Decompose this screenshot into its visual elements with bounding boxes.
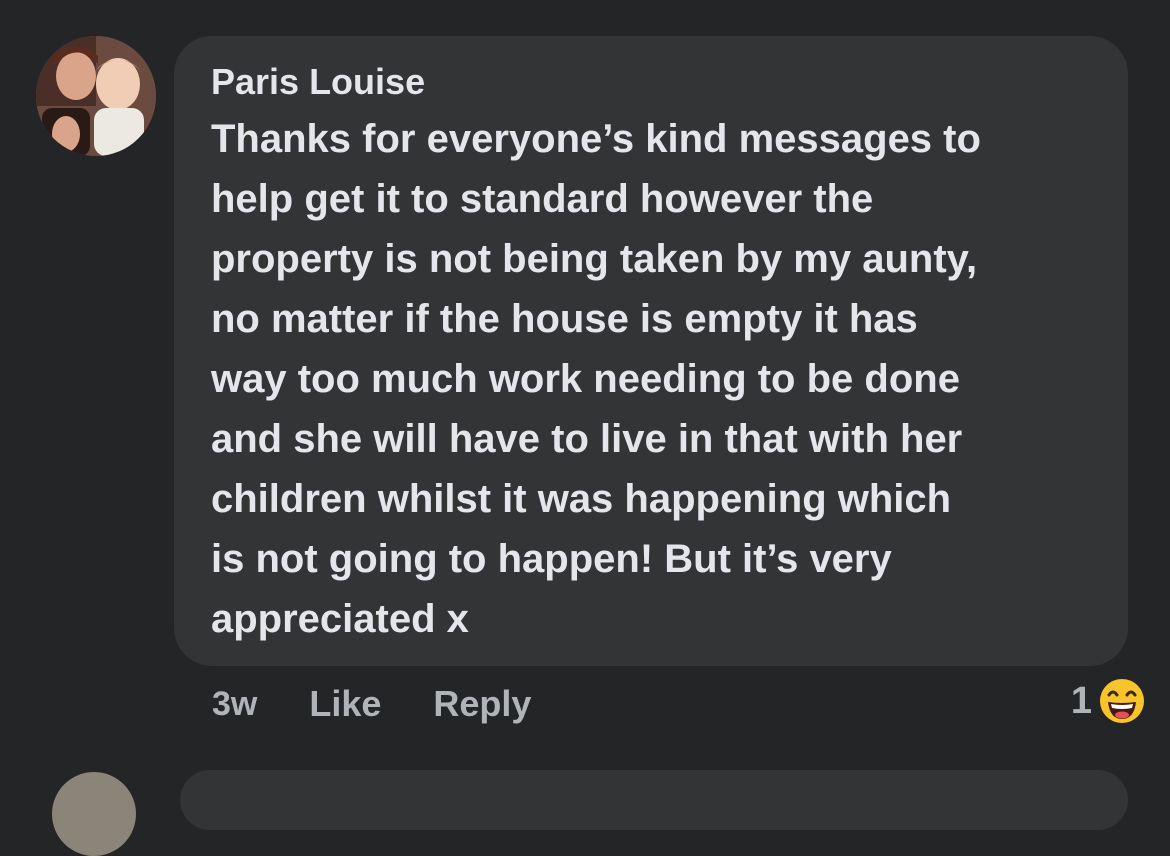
comment-text: Thanks for everyone’s kind messages to h… <box>211 109 1098 649</box>
avatar[interactable] <box>36 36 156 156</box>
next-comment-avatar[interactable] <box>52 772 136 856</box>
comment-actions: 3w Like Reply <box>212 680 583 728</box>
comment-line: appreciated x <box>211 597 469 641</box>
haha-emoji-icon <box>1097 676 1147 726</box>
comment-line: property is not being taken by my aunty, <box>211 237 978 281</box>
comment-line: is not going to happen! But it’s very <box>211 537 892 581</box>
comment-bubble: Paris Louise Thanks for everyone’s kind … <box>174 36 1128 666</box>
comment-line: and she will have to live in that with h… <box>211 417 963 461</box>
comment-line: way too much work needing to be done <box>211 357 960 401</box>
next-comment-bubble <box>180 770 1128 830</box>
like-button[interactable]: Like <box>309 683 381 725</box>
reaction-summary[interactable]: 1 <box>1071 674 1148 728</box>
reaction-count: 1 <box>1070 679 1092 722</box>
avatar-photo <box>36 36 156 156</box>
comment-timestamp[interactable]: 3w <box>212 685 257 724</box>
reply-button[interactable]: Reply <box>433 683 531 725</box>
comment-line: Thanks for everyone’s kind messages to <box>211 117 981 161</box>
comment-author[interactable]: Paris Louise <box>211 60 1098 104</box>
comment-line: children whilst it was happening which <box>211 477 952 521</box>
comment-line: help get it to standard however the <box>211 177 874 221</box>
comment-line: no matter if the house is empty it has <box>211 297 918 341</box>
